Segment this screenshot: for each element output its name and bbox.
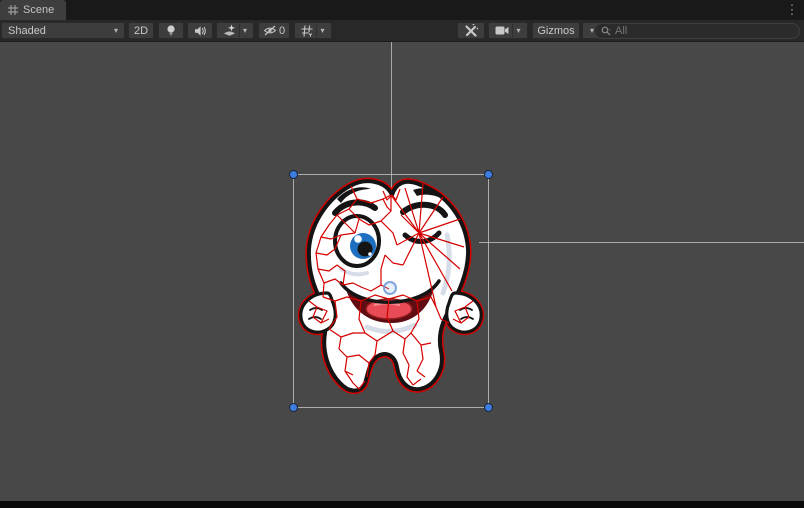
pivot-gizmo[interactable] <box>383 281 397 295</box>
scene-lighting-button[interactable] <box>158 22 184 39</box>
scene-camera-dropdown[interactable]: ▾ <box>488 22 528 39</box>
grid-visibility-dropdown[interactable]: ▾ <box>294 22 332 39</box>
grid-icon <box>8 5 18 15</box>
grid-toggle-icon <box>301 24 313 37</box>
gizmos-label: Gizmos <box>537 24 575 37</box>
selection-handle-bottom-right[interactable] <box>483 402 493 412</box>
component-tools-button[interactable] <box>457 22 485 39</box>
wrench-screwdriver-icon <box>465 23 478 37</box>
divider <box>238 24 240 37</box>
tab-scene[interactable]: Scene <box>0 0 67 20</box>
selection-handle-bottom-left[interactable] <box>288 402 298 412</box>
speaker-icon <box>194 25 206 36</box>
tab-bar: Scene ⋮ <box>0 0 804 20</box>
divider <box>512 24 514 37</box>
horizontal-guide-line <box>479 242 804 243</box>
video-camera-icon <box>495 26 509 35</box>
chevron-down-icon: ▾ <box>113 25 118 35</box>
window-bottom-border <box>0 501 804 508</box>
chevron-down-icon: ▾ <box>242 25 247 35</box>
selection-handle-top-right[interactable] <box>483 169 493 179</box>
toggle-2d-button[interactable]: 2D <box>128 22 154 39</box>
chevron-down-icon: ▾ <box>320 25 325 35</box>
draw-mode-dropdown[interactable]: Shaded ▾ <box>1 22 125 39</box>
lightbulb-icon <box>167 25 175 36</box>
scene-audio-button[interactable] <box>187 22 213 39</box>
scene-search-field <box>594 23 800 39</box>
more-menu-icon[interactable]: ⋮ <box>785 1 799 19</box>
hidden-objects-button[interactable]: 0 <box>258 22 290 39</box>
toggle-2d-label: 2D <box>133 24 149 37</box>
chevron-down-icon: ▾ <box>516 25 521 35</box>
magnifier-icon <box>601 26 611 35</box>
scene-viewport[interactable] <box>0 42 804 508</box>
selection-handle-top-left[interactable] <box>288 169 298 179</box>
vertical-guide-line <box>391 42 392 190</box>
effects-sparkle-icon <box>223 24 235 36</box>
scene-toolbar: Shaded ▾ 2D ▾ 0 ▾ ▾ Gizmos ▾ All <box>0 20 804 42</box>
divider <box>316 24 318 37</box>
tab-label: Scene <box>23 4 55 16</box>
gizmos-button[interactable]: Gizmos <box>532 22 580 39</box>
draw-mode-label: Shaded <box>8 24 46 37</box>
hidden-count: 0 <box>278 24 286 37</box>
scene-effects-dropdown[interactable]: ▾ <box>216 22 254 39</box>
search-input[interactable] <box>615 25 793 37</box>
unity-scene-window: Scene ⋮ Shaded ▾ 2D ▾ 0 ▾ ▾ Gizmos ▾ All <box>0 0 804 508</box>
eye-slash-icon <box>263 25 277 36</box>
